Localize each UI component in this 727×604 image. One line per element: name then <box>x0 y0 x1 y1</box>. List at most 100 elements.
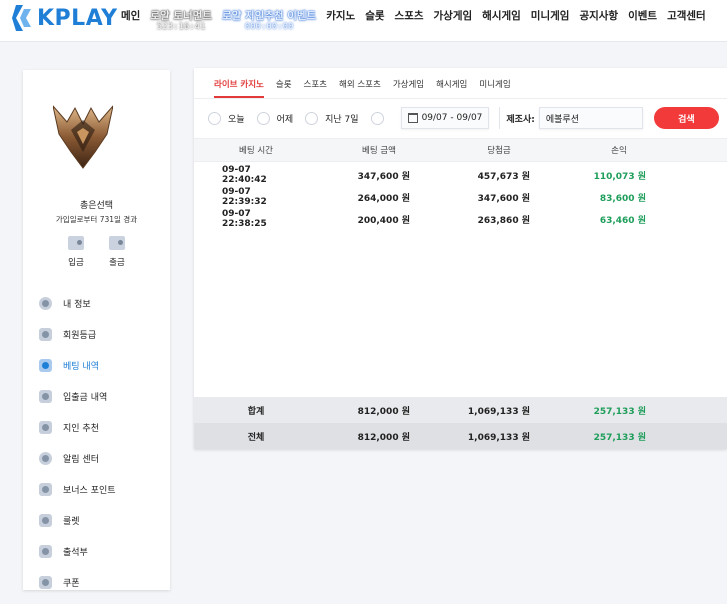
nav-label: 고객센터 <box>667 10 706 22</box>
cell-profit: 63,460 원 <box>599 215 646 226</box>
sidebar-item-roulette[interactable]: 룰렛 <box>39 505 164 536</box>
tab-divider <box>194 98 727 99</box>
nav-mini-game[interactable]: 미니게임 <box>531 8 570 23</box>
radio-circle-icon <box>370 111 384 125</box>
sidebar-item-notification-center[interactable]: 알림 센터 <box>39 443 164 474</box>
radio-circle-icon <box>305 111 319 125</box>
nav-hash-game[interactable]: 해시게임 <box>482 8 521 23</box>
subtotal-label: 합계 <box>247 406 265 417</box>
nav-label: 로얄 지인추천 이벤트 <box>221 10 317 22</box>
cell-time: 09-07 22:40:42 <box>222 165 267 185</box>
sidebar-menu: 내 정보 회원등급 베팅 내역 입출금 내역 지인 추천 알림 센터 보너스 포… <box>39 288 164 598</box>
tab-sports[interactable]: 스포츠 <box>304 78 327 98</box>
maker-select[interactable]: 에볼루션 <box>538 107 643 129</box>
sidebar-item-my-info[interactable]: 내 정보 <box>39 288 164 319</box>
game-tabs: 라이브 카지노 슬롯 스포츠 해외 스포츠 가상게임 해시게임 미니게임 <box>214 78 523 98</box>
tournament-timer: 523:16:41 <box>156 22 206 32</box>
filter-yesterday-radio[interactable]: 어제 <box>256 111 294 125</box>
account-sidebar: 총은선택 가입일로부터 731일 경과 입금 출금 내 정보 회원등급 베팅 내… <box>23 70 170 590</box>
subtotal-win: 1,069,133 원 <box>467 406 530 417</box>
wallet-icon <box>68 236 84 250</box>
nav-label: 미니게임 <box>530 10 570 22</box>
sidebar-item-coupon[interactable]: 쿠폰 <box>39 567 164 598</box>
edit-icon <box>39 359 52 372</box>
header-win-amount: 당첨금 <box>487 146 511 156</box>
subtotal-bet: 812,000 원 <box>357 406 410 417</box>
nav-label: 가상게임 <box>433 10 473 22</box>
nav-referral-event[interactable]: 로얄 지인추천 이벤트 000:00:00 <box>221 8 317 32</box>
roulette-icon <box>39 514 52 527</box>
subtotal-row: 합계 812,000 원 1,069,133 원 257,133 원 <box>194 397 727 423</box>
rank-name: 총은선택 <box>79 201 114 211</box>
cell-win: 347,600 원 <box>477 193 530 204</box>
sidebar-item-transaction-history[interactable]: 입출금 내역 <box>39 381 164 412</box>
nav-customer-center[interactable]: 고객센터 <box>667 8 706 23</box>
withdraw-button[interactable]: 출금 <box>97 236 137 268</box>
nav-label: 카지노 <box>326 10 356 22</box>
maker-value: 에볼루션 <box>545 114 579 125</box>
tab-mini-game[interactable]: 미니게임 <box>479 78 510 98</box>
cell-win: 457,673 원 <box>477 171 530 182</box>
filter-custom-radio[interactable] <box>370 111 391 125</box>
calendar-check-icon <box>39 545 52 558</box>
filter-last7-label: 지난 7일 <box>325 114 359 125</box>
tab-virtual-game[interactable]: 가상게임 <box>393 78 424 98</box>
sidebar-item-referral[interactable]: 지인 추천 <box>39 412 164 443</box>
sidebar-item-label: 회원등급 <box>63 331 97 341</box>
search-button[interactable]: 검색 <box>653 107 719 129</box>
tab-overseas-sports[interactable]: 해외 스포츠 <box>339 78 381 98</box>
nav-royal-tournament[interactable]: 로얄 토너먼트 523:16:41 <box>150 8 212 32</box>
sidebar-item-label: 입출금 내역 <box>63 393 108 403</box>
nav-slot[interactable]: 슬롯 <box>365 8 384 23</box>
header-bet-time: 베팅 시간 <box>239 146 273 156</box>
badge-icon <box>39 328 52 341</box>
table-totals: 합계 812,000 원 1,069,133 원 257,133 원 전체 81… <box>194 397 727 449</box>
sidebar-item-label: 알림 센터 <box>63 455 99 465</box>
date-range-picker[interactable]: 09/07 - 09/07 <box>400 107 490 129</box>
deposit-label: 입금 <box>68 258 84 268</box>
filter-last7-radio[interactable]: 지난 7일 <box>305 111 359 125</box>
betting-history-panel: 라이브 카지노 슬롯 스포츠 해외 스포츠 가상게임 해시게임 미니게임 오늘 … <box>194 68 727 449</box>
wallet-icon <box>109 236 125 250</box>
filter-today-radio[interactable]: 오늘 <box>208 111 245 125</box>
cell-profit: 110,073 원 <box>593 171 646 182</box>
deposit-button[interactable]: 입금 <box>56 236 96 268</box>
nav-event[interactable]: 이벤트 <box>628 8 657 23</box>
nav-notice[interactable]: 공지사항 <box>579 8 618 23</box>
nav-main[interactable]: 메인 <box>121 8 140 23</box>
nav-virtual-game[interactable]: 가상게임 <box>434 8 473 23</box>
sidebar-item-attendance[interactable]: 출석부 <box>39 536 164 567</box>
tab-hash-game[interactable]: 해시게임 <box>436 78 467 98</box>
total-label: 전체 <box>247 432 265 443</box>
sidebar-item-label: 지인 추천 <box>63 424 99 434</box>
wallet-icon <box>39 390 52 403</box>
table-row[interactable]: 09-07 22:38:25 200,400 원 263,860 원 63,46… <box>194 208 727 230</box>
message-icon <box>39 452 52 465</box>
nav-casino[interactable]: 카지노 <box>326 8 355 23</box>
sidebar-item-betting-history[interactable]: 베팅 내역 <box>39 350 164 381</box>
total-row: 전체 812,000 원 1,069,133 원 257,133 원 <box>194 423 727 449</box>
sidebar-item-member-level[interactable]: 회원등급 <box>39 319 164 350</box>
cell-bet: 200,400 원 <box>357 215 410 226</box>
filter-yesterday-label: 어제 <box>276 114 294 125</box>
nav-label: 해시게임 <box>482 10 521 22</box>
nav-label: 공지사항 <box>579 10 619 22</box>
sidebar-item-label: 쿠폰 <box>63 579 80 589</box>
sidebar-item-label: 룰렛 <box>63 517 80 527</box>
logo[interactable]: KPLAY <box>12 5 118 31</box>
tab-live-casino[interactable]: 라이브 카지노 <box>214 78 264 98</box>
table-row[interactable]: 09-07 22:39:32 264,000 원 347,600 원 83,60… <box>194 186 727 208</box>
nav-label: 메인 <box>121 10 141 22</box>
tab-slot[interactable]: 슬롯 <box>276 78 292 98</box>
filter-today-label: 오늘 <box>228 114 245 125</box>
filter-divider <box>499 107 501 129</box>
total-win: 1,069,133 원 <box>467 432 530 443</box>
calendar-icon <box>407 113 418 123</box>
sidebar-item-label: 출석부 <box>63 548 88 558</box>
date-range-value: 09/07 - 09/07 <box>421 113 483 123</box>
cell-profit: 83,600 원 <box>599 193 646 204</box>
sidebar-item-bonus-point[interactable]: 보너스 포인트 <box>39 474 164 505</box>
nav-sports[interactable]: 스포츠 <box>395 8 424 23</box>
user-icon <box>39 297 52 310</box>
table-row[interactable]: 09-07 22:40:42 347,600 원 457,673 원 110,0… <box>194 164 727 186</box>
